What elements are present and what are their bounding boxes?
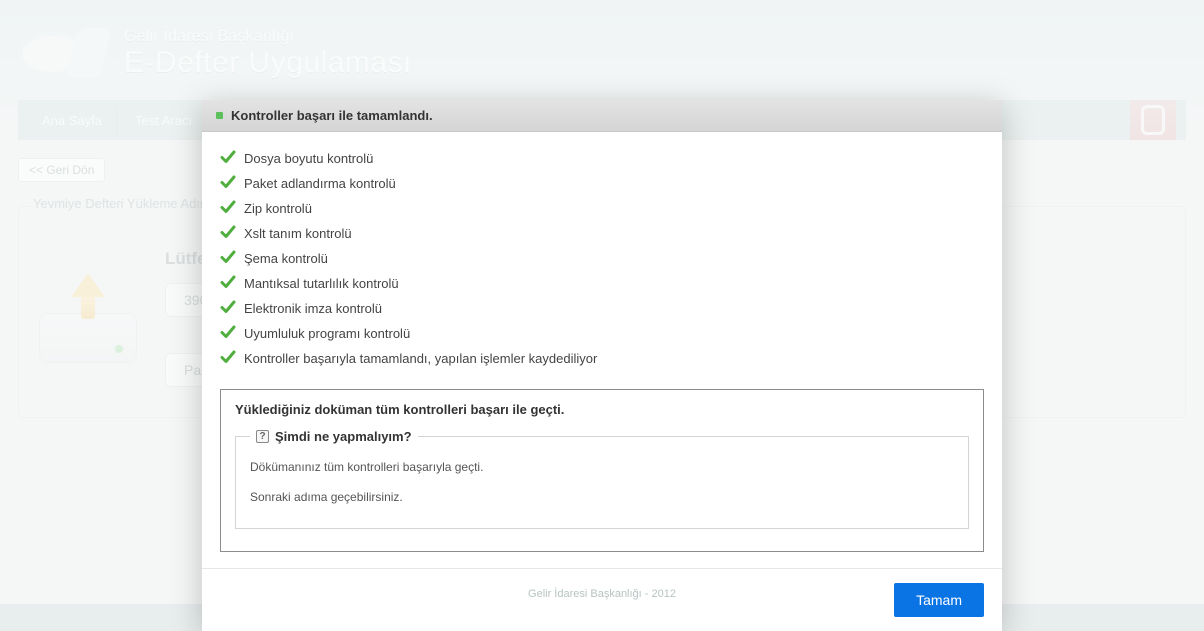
result-box: Yüklediğiniz doküman tüm kontrolleri baş… (220, 389, 984, 552)
check-label: Elektronik imza kontrolü (244, 301, 382, 316)
check-label: Dosya boyutu kontrolü (244, 151, 373, 166)
validation-dialog: Kontroller başarı ile tamamlandı. Dosya … (202, 100, 1002, 631)
help-legend-text: Şimdi ne yapmalıyım? (275, 429, 412, 444)
page-footer: Gelir İdaresi Başkanlığı - 2012 (0, 588, 1204, 600)
check-label: Xslt tanım kontrolü (244, 226, 352, 241)
check-item: Zip kontrolü (220, 196, 984, 221)
check-label: Şema kontrolü (244, 251, 328, 266)
check-icon (220, 224, 236, 243)
check-list: Dosya boyutu kontrolü Paket adlandırma ko… (220, 146, 984, 371)
check-item: Mantıksal tutarlılık kontrolü (220, 271, 984, 296)
help-line-1: Dökümanınız tüm kontrolleri başarıyla ge… (250, 460, 954, 474)
status-dot-icon (216, 112, 223, 119)
check-label: Paket adlandırma kontrolü (244, 176, 396, 191)
check-label: Zip kontrolü (244, 201, 312, 216)
help-body: Dökümanınız tüm kontrolleri başarıyla ge… (250, 460, 954, 504)
check-icon (220, 174, 236, 193)
help-fieldset: ? Şimdi ne yapmalıyım? Dökümanınız tüm k… (235, 429, 969, 529)
check-item: Şema kontrolü (220, 246, 984, 271)
check-item: Xslt tanım kontrolü (220, 221, 984, 246)
check-icon (220, 249, 236, 268)
dialog-title: Kontroller başarı ile tamamlandı. (231, 108, 433, 123)
check-icon (220, 149, 236, 168)
dialog-header: Kontroller başarı ile tamamlandı. (202, 100, 1002, 132)
check-item: Paket adlandırma kontrolü (220, 171, 984, 196)
check-label: Uyumluluk programı kontrolü (244, 326, 410, 341)
check-icon (220, 349, 236, 368)
check-label: Mantıksal tutarlılık kontrolü (244, 276, 399, 291)
check-icon (220, 199, 236, 218)
dialog-body: Dosya boyutu kontrolü Paket adlandırma ko… (202, 132, 1002, 568)
check-item: Uyumluluk programı kontrolü (220, 321, 984, 346)
modal-overlay: Kontroller başarı ile tamamlandı. Dosya … (0, 0, 1204, 604)
check-label: Kontroller başarıyla tamamlandı, yapılan… (244, 351, 597, 366)
check-icon (220, 324, 236, 343)
help-icon: ? (256, 430, 269, 443)
check-item: Kontroller başarıyla tamamlandı, yapılan… (220, 346, 984, 371)
check-item: Dosya boyutu kontrolü (220, 146, 984, 171)
help-line-2: Sonraki adıma geçebilirsiniz. (250, 490, 954, 504)
check-item: Elektronik imza kontrolü (220, 296, 984, 321)
result-title: Yüklediğiniz doküman tüm kontrolleri baş… (235, 402, 969, 417)
check-icon (220, 299, 236, 318)
help-legend: ? Şimdi ne yapmalıyım? (250, 429, 418, 444)
check-icon (220, 274, 236, 293)
